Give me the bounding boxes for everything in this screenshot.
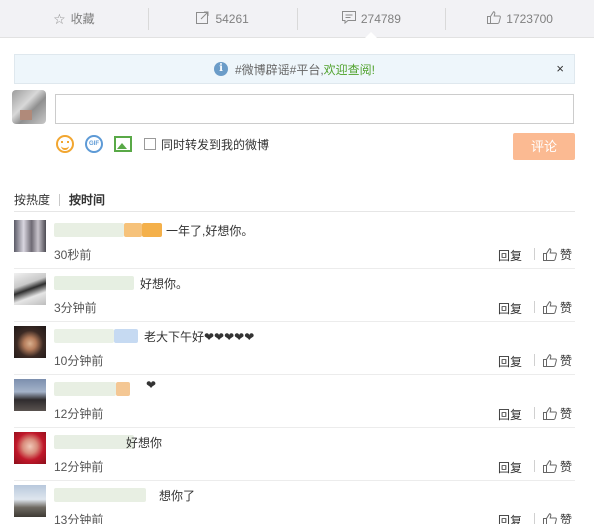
username[interactable] xyxy=(54,487,146,503)
comment-input[interactable] xyxy=(55,94,574,124)
thumbs-up-icon xyxy=(543,512,557,524)
comment-item: 好想你。 3分钟前 回复 赞 xyxy=(14,269,575,322)
reply-button[interactable]: 回复 xyxy=(498,512,522,524)
avatar[interactable] xyxy=(14,432,46,464)
like-label: 赞 xyxy=(560,513,573,524)
like-count: 1723700 xyxy=(506,11,553,26)
thumbs-up-icon xyxy=(543,406,557,421)
thumbs-up-icon xyxy=(543,459,557,474)
comment-item: 想你了 13分钟前 回复 赞 xyxy=(14,481,575,524)
avatar[interactable] xyxy=(14,326,46,358)
comment-text: 想你了 xyxy=(159,489,196,503)
thumbs-up-icon xyxy=(543,353,557,368)
divider xyxy=(534,301,535,313)
info-icon: i xyxy=(213,62,228,76)
comment-count: 274789 xyxy=(360,11,401,26)
thumbs-up-icon xyxy=(487,11,502,26)
comment-like-button[interactable]: 赞 xyxy=(543,405,572,422)
favorite-label: 收藏 xyxy=(70,12,95,26)
username[interactable] xyxy=(54,222,162,238)
thumbs-up-icon xyxy=(543,300,557,315)
image-button[interactable] xyxy=(113,134,133,154)
gif-button[interactable]: GIF xyxy=(84,134,104,154)
comment-text: 老大下午好❤❤❤❤❤ xyxy=(144,330,255,344)
reply-button[interactable]: 回复 xyxy=(498,406,522,423)
comment-item: 好想你 12分钟前 回复 赞 xyxy=(14,428,575,481)
like-label: 赞 xyxy=(560,354,573,368)
reply-button[interactable]: 回复 xyxy=(498,247,522,264)
divider xyxy=(534,513,535,524)
repost-label[interactable]: 同时转发到我的微博 xyxy=(161,136,269,153)
comment-item: ❤ 12分钟前 回复 赞 xyxy=(14,375,575,428)
comment-time: 10分钟前 xyxy=(54,354,104,368)
like-label: 赞 xyxy=(560,301,573,315)
smile-icon xyxy=(56,135,74,153)
comment-icon xyxy=(341,11,356,26)
comment-item: 一年了,好想你。 30秒前 回复 赞 xyxy=(14,216,575,269)
forward-icon xyxy=(196,11,210,26)
image-icon xyxy=(114,136,132,152)
comment-like-button[interactable]: 赞 xyxy=(543,352,572,369)
reply-button[interactable]: 回复 xyxy=(498,459,522,476)
notice-link[interactable]: 欢迎查阅! xyxy=(324,61,375,78)
comment-time: 30秒前 xyxy=(54,248,92,262)
username[interactable] xyxy=(54,275,134,291)
like-label: 赞 xyxy=(560,248,573,262)
avatar[interactable] xyxy=(12,90,46,124)
compose-tools: GIF 同时转发到我的微博 xyxy=(55,133,269,155)
comment-like-button[interactable]: 赞 xyxy=(543,246,572,263)
comment-time: 3分钟前 xyxy=(54,301,97,315)
comment-panel: i #微博辟谣#平台, 欢迎查阅! × GIF 同时转发到我的微博 评论 按热度… xyxy=(0,38,594,524)
comment-item: 老大下午好❤❤❤❤❤ 10分钟前 回复 赞 xyxy=(14,322,575,375)
username[interactable] xyxy=(54,381,130,397)
tab-sort-hot[interactable]: 按热度 xyxy=(14,191,50,208)
sort-tabs: 按热度 按时间 xyxy=(14,191,105,208)
tab-sort-time[interactable]: 按时间 xyxy=(69,191,105,208)
divider xyxy=(534,354,535,366)
avatar[interactable] xyxy=(14,273,46,305)
emoji-button[interactable] xyxy=(55,134,75,154)
comment-like-button[interactable]: 赞 xyxy=(543,511,572,524)
action-bar: ☆ 收藏 54261 274789 1723700 xyxy=(0,0,594,38)
reply-button[interactable]: 回复 xyxy=(498,300,522,317)
comment-text: 好想你 xyxy=(126,436,163,450)
thumbs-up-icon xyxy=(543,247,557,262)
username[interactable] xyxy=(54,434,134,450)
submit-comment-button[interactable]: 评论 xyxy=(513,133,575,160)
notice-text: #微博辟谣#平台, xyxy=(234,62,324,77)
divider xyxy=(59,193,61,206)
comment-like-button[interactable]: 赞 xyxy=(543,299,572,316)
like-button[interactable]: 1723700 xyxy=(446,0,594,37)
avatar[interactable] xyxy=(14,220,46,252)
divider xyxy=(534,248,535,260)
avatar[interactable] xyxy=(14,379,46,411)
avatar[interactable] xyxy=(14,485,46,517)
repost-checkbox[interactable] xyxy=(144,138,156,150)
gif-icon: GIF xyxy=(85,135,103,153)
comment-time: 13分钟前 xyxy=(54,513,104,524)
comment-text: 一年了,好想你。 xyxy=(166,224,254,238)
reply-button[interactable]: 回复 xyxy=(498,353,522,370)
comment-text: ❤ xyxy=(146,378,157,392)
divider xyxy=(534,407,535,419)
comment-time: 12分钟前 xyxy=(54,407,104,421)
comment-like-button[interactable]: 赞 xyxy=(543,458,572,475)
divider xyxy=(14,211,575,212)
comment-button[interactable]: 274789 xyxy=(298,0,446,38)
username[interactable] xyxy=(54,328,138,344)
close-icon[interactable]: × xyxy=(556,61,564,76)
star-icon: ☆ xyxy=(53,10,66,27)
comment-text: 好想你。 xyxy=(140,277,189,291)
favorite-button[interactable]: ☆ 收藏 xyxy=(0,0,148,37)
rumor-notice-banner: i #微博辟谣#平台, 欢迎查阅! × xyxy=(14,54,575,84)
like-label: 赞 xyxy=(560,460,573,474)
comment-time: 12分钟前 xyxy=(54,460,104,474)
divider xyxy=(534,460,535,472)
forward-count: 54261 xyxy=(215,11,249,26)
like-label: 赞 xyxy=(560,407,573,421)
forward-button[interactable]: 54261 xyxy=(149,0,297,37)
